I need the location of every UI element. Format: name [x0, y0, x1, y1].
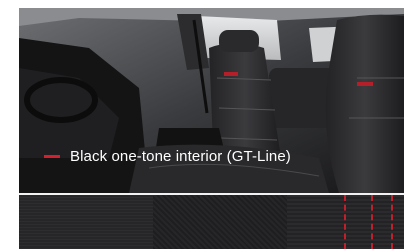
- swatch-red-stitching: [287, 195, 404, 249]
- red-dash-marker-icon: [44, 155, 60, 158]
- interior-card: Black one-tone interior (GT-Line): [19, 8, 404, 249]
- stitch-line: [391, 195, 393, 249]
- interior-caption: Black one-tone interior (GT-Line): [44, 148, 291, 165]
- swatch-leather-texture: [19, 195, 153, 249]
- swatch-woven-texture: [153, 195, 287, 249]
- caption-text: Black one-tone interior (GT-Line): [70, 148, 291, 165]
- stitch-line: [344, 195, 346, 249]
- stitch-line: [371, 195, 373, 249]
- interior-photo: [19, 8, 404, 193]
- material-swatches: [19, 195, 404, 249]
